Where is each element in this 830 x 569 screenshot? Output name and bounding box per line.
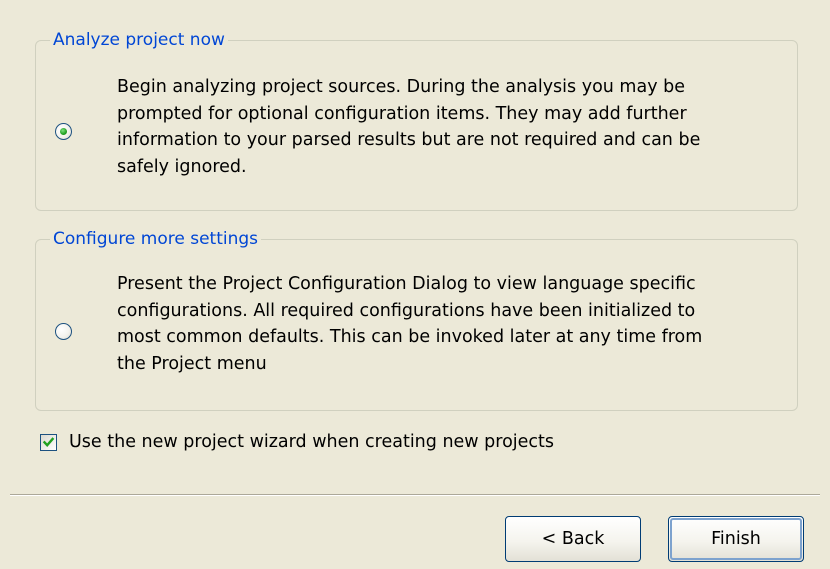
configure-settings-radio[interactable] — [55, 323, 72, 340]
wizard-checkbox-label[interactable]: Use the new project wizard when creating… — [69, 431, 554, 453]
description-line: Present the Project Configuration Dialog… — [117, 274, 696, 294]
radio-selected-dot — [60, 128, 67, 135]
back-button[interactable]: < Back — [505, 516, 641, 562]
analyze-project-radio[interactable] — [55, 123, 72, 140]
description-line: the Project menu — [117, 353, 267, 374]
finish-button[interactable]: Finish — [668, 516, 804, 562]
wizard-option-row: Use the new project wizard when creating… — [40, 428, 554, 456]
description-line: prompted for optional configuration item… — [117, 103, 687, 124]
description-line: information to your parsed results but a… — [117, 130, 701, 150]
configure-settings-legend: Configure more settings — [50, 228, 262, 250]
analyze-project-description: Begin analyzing project sources. During … — [117, 74, 777, 180]
configure-settings-group: Configure more settings Present the Proj… — [35, 228, 798, 411]
description-line: safely ignored. — [117, 156, 247, 177]
check-mark-icon — [42, 436, 55, 447]
analyze-project-group: Analyze project now Begin analyzing proj… — [35, 29, 798, 211]
description-line: Begin analyzing project sources. During … — [117, 77, 685, 97]
analyze-project-legend: Analyze project now — [50, 29, 228, 51]
button-separator — [10, 494, 820, 496]
configure-settings-description: Present the Project Configuration Dialog… — [117, 271, 777, 377]
description-line: configurations. All required configurati… — [117, 300, 696, 321]
description-line: most common defaults. This can be invoke… — [117, 327, 703, 347]
wizard-checkbox[interactable] — [40, 433, 57, 451]
